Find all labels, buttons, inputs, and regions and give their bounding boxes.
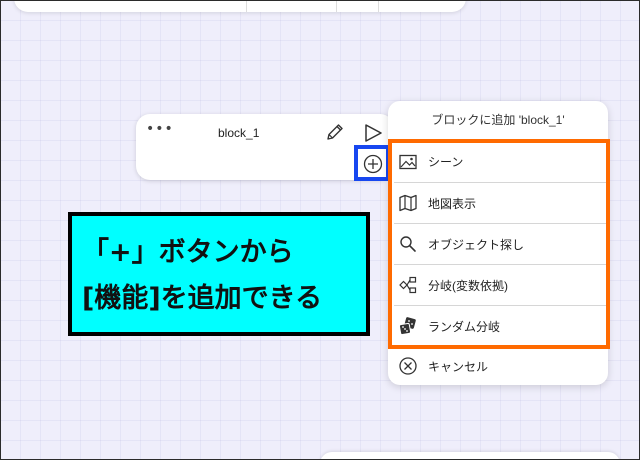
close-circle-icon xyxy=(399,357,417,375)
top-card-divider xyxy=(378,0,379,12)
menu-item-random-branch[interactable]: ランダム分岐 xyxy=(394,305,606,346)
block-title: block_1 xyxy=(218,126,260,140)
add-to-block-menu: ブロックに追加 'block_1' シーン 地図表示 オブジェクト探し 分岐(変… xyxy=(388,101,608,385)
menu-item-label: 分岐(変数依拠) xyxy=(428,278,508,293)
menu-item-scene[interactable]: シーン xyxy=(394,141,606,182)
menu-item-object-search[interactable]: オブジェクト探し xyxy=(394,223,606,264)
menu-item-label: 地図表示 xyxy=(428,196,477,211)
map-icon xyxy=(399,194,417,212)
cancel-label: キャンセル xyxy=(428,359,489,374)
menu-item-branch-variable[interactable]: 分岐(変数依拠) xyxy=(394,264,606,305)
pencil-icon[interactable] xyxy=(324,121,346,143)
menu-item-map[interactable]: 地図表示 xyxy=(394,182,606,223)
search-icon xyxy=(400,236,416,252)
branch-icon xyxy=(399,276,417,294)
top-card-divider xyxy=(336,0,337,12)
menu-item-label: オブジェクト探し xyxy=(428,237,525,252)
menu-item-label: シーン xyxy=(428,155,464,169)
dice-icon xyxy=(398,317,416,336)
callout-line-2: [機能]を追加できる xyxy=(82,283,323,314)
more-options-icon[interactable]: ••• xyxy=(146,122,174,136)
menu-item-label: ランダム分岐 xyxy=(428,319,501,334)
callout-line-1: 「+」ボタンから xyxy=(82,237,294,268)
add-button-highlight xyxy=(354,145,390,181)
top-card-divider xyxy=(246,0,247,12)
bottom-partial-card xyxy=(320,452,620,460)
top-partial-card xyxy=(14,0,466,12)
menu-header: ブロックに追加 'block_1' xyxy=(431,113,565,127)
image-icon xyxy=(399,154,417,169)
play-icon[interactable] xyxy=(362,122,384,144)
instruction-callout: 「+」ボタンから [機能]を追加できる xyxy=(68,212,370,336)
cancel-button[interactable]: キャンセル xyxy=(394,351,606,381)
plus-circle-icon[interactable] xyxy=(363,154,383,174)
